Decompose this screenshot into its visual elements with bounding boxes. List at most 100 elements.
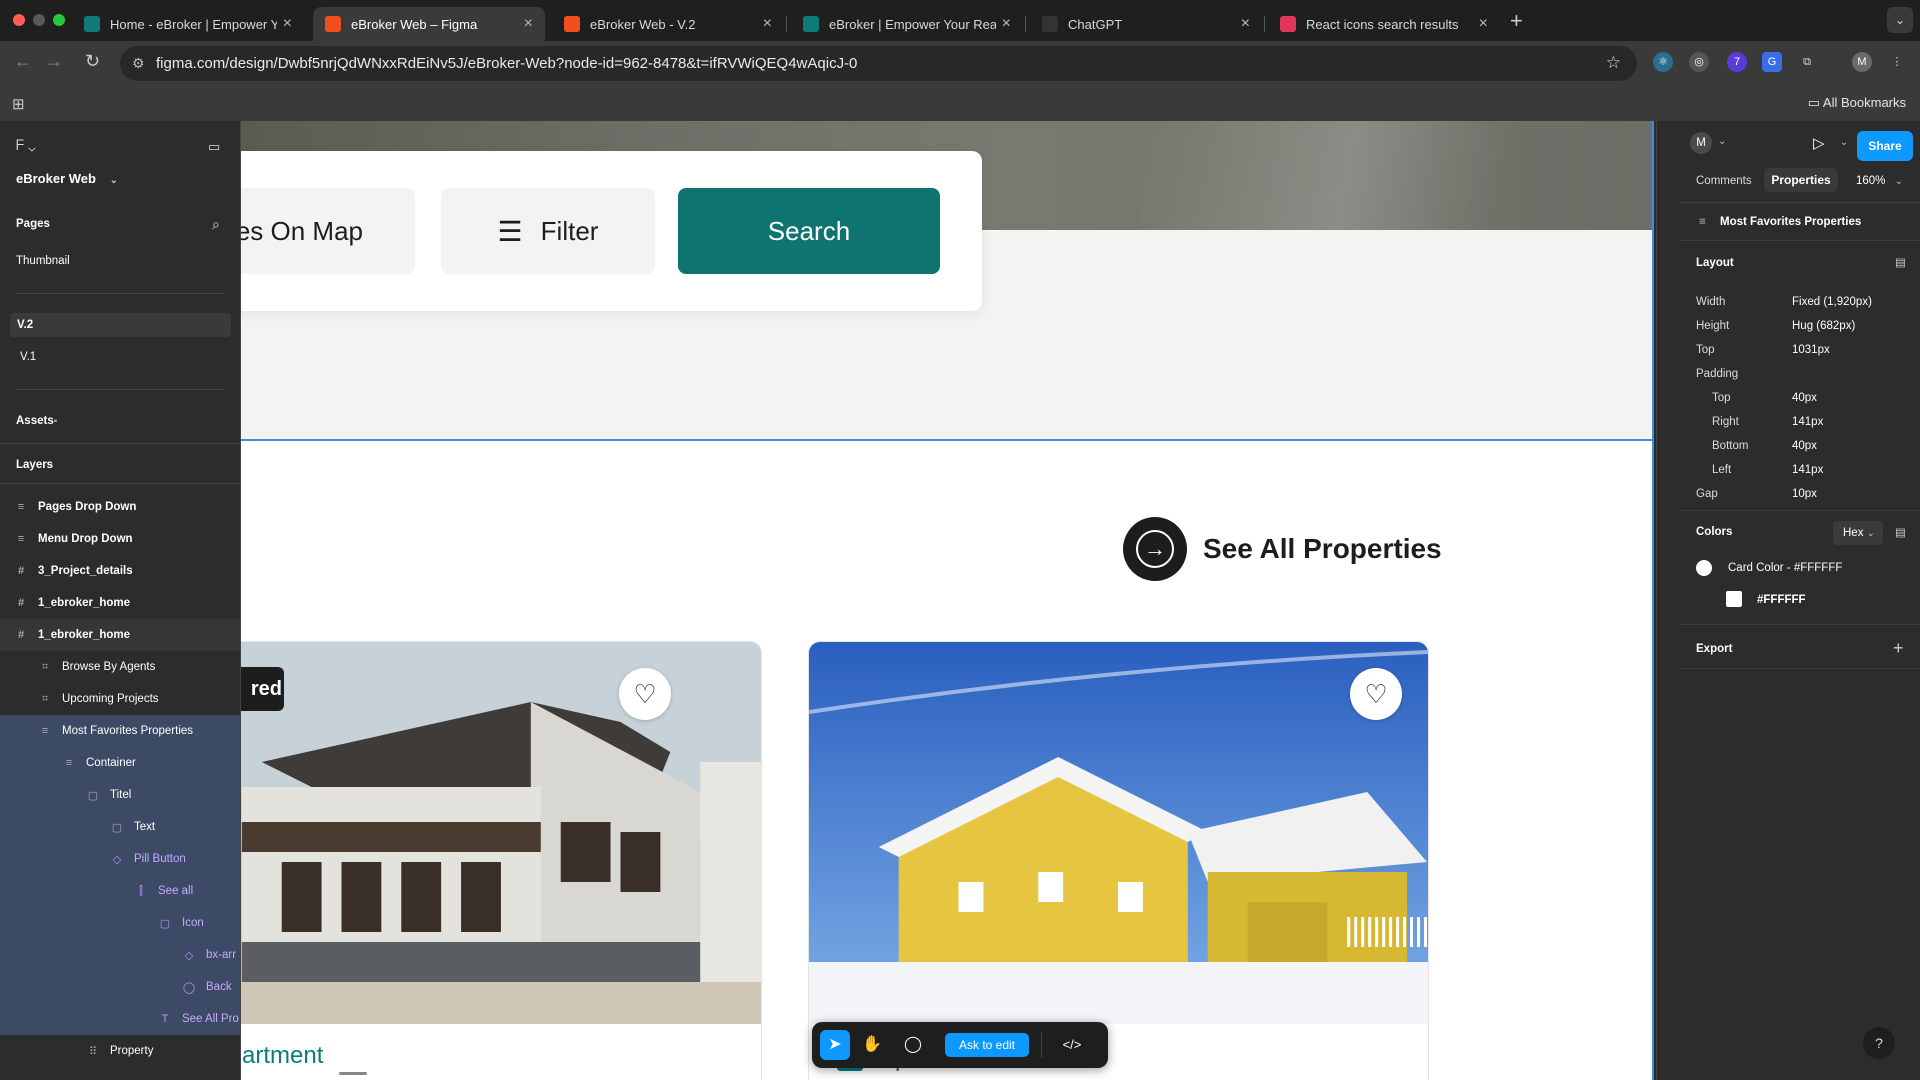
layer-row[interactable]: #1_ebroker_home bbox=[0, 619, 240, 651]
hand-tool-icon[interactable]: ✋ bbox=[857, 1030, 887, 1060]
extension-react-icon[interactable]: ⚛ bbox=[1653, 52, 1673, 72]
assets-tab[interactable]: Assets▪ bbox=[16, 415, 240, 427]
chevron-down-icon[interactable]: ⌄ bbox=[1840, 137, 1848, 148]
property-value[interactable]: Fixed (1,920px) bbox=[1792, 296, 1872, 308]
close-tab-icon[interactable]: × bbox=[763, 15, 772, 33]
extensions-puzzle-icon[interactable]: ⧉ bbox=[1797, 52, 1817, 72]
property-card[interactable]: ♡ artment bbox=[241, 641, 762, 1080]
comment-tool-icon[interactable]: ◯ bbox=[898, 1030, 928, 1060]
layer-row[interactable]: ⫿ See all bbox=[0, 875, 240, 907]
layer-row[interactable]: #1_ebroker_home bbox=[0, 587, 240, 619]
close-tab-icon[interactable]: × bbox=[1241, 15, 1250, 33]
close-tab-icon[interactable]: × bbox=[1002, 15, 1011, 33]
collaborator-avatar[interactable]: M bbox=[1690, 132, 1712, 154]
layer-row[interactable]: ⌗ Browse By Agents bbox=[0, 651, 240, 683]
close-tab-icon[interactable]: × bbox=[283, 15, 292, 33]
new-tab-button[interactable]: + bbox=[1510, 8, 1523, 34]
layer-row[interactable]: T See All Pro bbox=[0, 1003, 240, 1035]
reload-icon[interactable]: ↻ bbox=[85, 51, 100, 72]
dev-mode-code-icon[interactable]: </> bbox=[1052, 1030, 1092, 1060]
color-hex-value[interactable]: #FFFFFF bbox=[1757, 594, 1806, 606]
favorite-heart-icon[interactable]: ♡ bbox=[1350, 668, 1402, 720]
property-value[interactable]: 141px bbox=[1792, 416, 1823, 428]
extension-translate-icon[interactable]: G bbox=[1762, 52, 1782, 72]
layer-row[interactable]: ▢ Titel bbox=[0, 779, 240, 811]
property-value[interactable]: 40px bbox=[1792, 440, 1817, 452]
close-window-button[interactable] bbox=[13, 14, 25, 26]
forward-arrow-icon[interactable]: → bbox=[45, 51, 63, 72]
layer-row[interactable]: ≡ Menu Drop Down bbox=[0, 523, 240, 555]
all-bookmarks-button[interactable]: ▭ All Bookmarks bbox=[1808, 95, 1906, 111]
design-canvas[interactable]: es On Map ☰ Filter Search → See All Prop… bbox=[241, 121, 1654, 1080]
property-value[interactable]: 40px bbox=[1792, 392, 1817, 404]
layer-type-icon: ≡ bbox=[17, 501, 25, 513]
browser-tab[interactable]: eBroker | Empower Your Real × bbox=[791, 7, 1023, 41]
layer-row[interactable]: ≡ Pages Drop Down bbox=[0, 491, 240, 523]
browser-tab[interactable]: eBroker Web - V.2 × bbox=[552, 7, 784, 41]
tab-favicon-icon bbox=[803, 16, 819, 32]
property-value[interactable]: 141px bbox=[1792, 464, 1823, 476]
page-item-thumbnail[interactable]: Thumbnail bbox=[16, 255, 240, 267]
profile-avatar[interactable]: M bbox=[1852, 52, 1872, 72]
layer-row[interactable]: ⠿ Property bbox=[0, 1035, 240, 1067]
apps-grid-icon[interactable]: ⊞ bbox=[12, 95, 25, 113]
bookmark-star-icon[interactable]: ☆ bbox=[1606, 53, 1621, 73]
chevron-down-icon[interactable]: ⌄ bbox=[1718, 136, 1726, 147]
filter-button[interactable]: ☰ Filter bbox=[441, 188, 655, 274]
layer-row[interactable]: ≡ Container bbox=[0, 747, 240, 779]
color-swatch[interactable] bbox=[1726, 591, 1742, 607]
back-arrow-icon[interactable]: ← bbox=[14, 51, 32, 72]
properties-on-map-button[interactable]: es On Map bbox=[241, 188, 415, 274]
tab-comments[interactable]: Comments bbox=[1696, 175, 1752, 187]
page-item-v2[interactable]: V.2 bbox=[17, 319, 240, 331]
minimize-window-button[interactable] bbox=[33, 14, 45, 26]
layer-row[interactable]: ▢ Icon bbox=[0, 907, 240, 939]
color-style-name[interactable]: Card Color - #FFFFFF bbox=[1728, 562, 1842, 574]
maximize-window-button[interactable] bbox=[53, 14, 65, 26]
ask-to-edit-button[interactable]: Ask to edit bbox=[945, 1033, 1029, 1057]
layer-row[interactable]: ◇ bx-arr bbox=[0, 939, 240, 971]
search-icon[interactable]: ⌕ bbox=[212, 216, 232, 233]
see-all-properties-pill[interactable]: → See All Properties bbox=[1123, 517, 1442, 581]
clipboard-icon[interactable]: ▤ bbox=[1895, 525, 1906, 539]
layer-label: Property bbox=[110, 1045, 154, 1057]
color-style-swatch[interactable] bbox=[1696, 560, 1712, 576]
clipboard-icon[interactable]: ▤ bbox=[1895, 255, 1906, 269]
tab-search-button[interactable]: ⌄ bbox=[1887, 7, 1913, 33]
layers-panel: ᖴ ⌄ ▭ eBroker Web ⌄ Pages ⌕ Thumbnail V.… bbox=[0, 121, 241, 1080]
browser-tab[interactable]: eBroker Web – Figma × bbox=[313, 7, 545, 41]
layer-row[interactable]: ▢ Text bbox=[0, 811, 240, 843]
browser-tab[interactable]: React icons search results × bbox=[1268, 7, 1500, 41]
layer-row[interactable]: ≡ Most Favorites Properties bbox=[0, 715, 240, 747]
help-button[interactable]: ? bbox=[1863, 1027, 1895, 1059]
property-value[interactable]: 10px bbox=[1792, 488, 1817, 500]
color-mode-select[interactable]: Hex ⌄ bbox=[1833, 521, 1883, 545]
property-card[interactable]: ♡ Apartment bbox=[808, 641, 1429, 1080]
share-button[interactable]: Share bbox=[1857, 131, 1913, 161]
add-export-plus-icon[interactable]: + bbox=[1893, 638, 1904, 659]
extension-target-icon[interactable]: ◎ bbox=[1689, 52, 1709, 72]
extension-badge-icon[interactable]: 7 bbox=[1727, 52, 1747, 72]
site-settings-icon[interactable]: ⚙ bbox=[132, 55, 145, 72]
layer-row[interactable]: #3_Project_details bbox=[0, 555, 240, 587]
search-button[interactable]: Search bbox=[678, 188, 940, 274]
tab-properties[interactable]: Properties bbox=[1764, 168, 1838, 192]
zoom-level[interactable]: 160% ⌄ bbox=[1856, 175, 1903, 187]
layer-row[interactable]: ⌗ Upcoming Projects bbox=[0, 683, 240, 715]
file-name[interactable]: eBroker Web ⌄ bbox=[16, 171, 240, 186]
layer-row[interactable]: ◇ Pill Button bbox=[0, 843, 240, 875]
property-value[interactable]: 1031px bbox=[1792, 344, 1830, 356]
address-bar[interactable]: ⚙ figma.com/design/Dwbf5nrjQdWNxxRdEiNv5… bbox=[120, 46, 1637, 81]
present-play-icon[interactable]: ▷ bbox=[1813, 134, 1825, 152]
browser-menu-icon[interactable]: ⋮ bbox=[1887, 52, 1907, 72]
browser-tab[interactable]: Home - eBroker | Empower Yo × bbox=[72, 7, 304, 41]
favorite-heart-icon[interactable]: ♡ bbox=[619, 668, 671, 720]
close-tab-icon[interactable]: × bbox=[524, 15, 533, 33]
property-value[interactable]: Hug (682px) bbox=[1792, 320, 1855, 332]
toggle-sidebar-icon[interactable]: ▭ bbox=[208, 139, 232, 155]
move-tool-icon[interactable]: ➤ bbox=[820, 1030, 850, 1060]
page-item-v1[interactable]: V.1 bbox=[20, 351, 240, 363]
layer-row[interactable]: ◯ Back bbox=[0, 971, 240, 1003]
close-tab-icon[interactable]: × bbox=[1479, 15, 1488, 33]
browser-tab[interactable]: ChatGPT × bbox=[1030, 7, 1262, 41]
